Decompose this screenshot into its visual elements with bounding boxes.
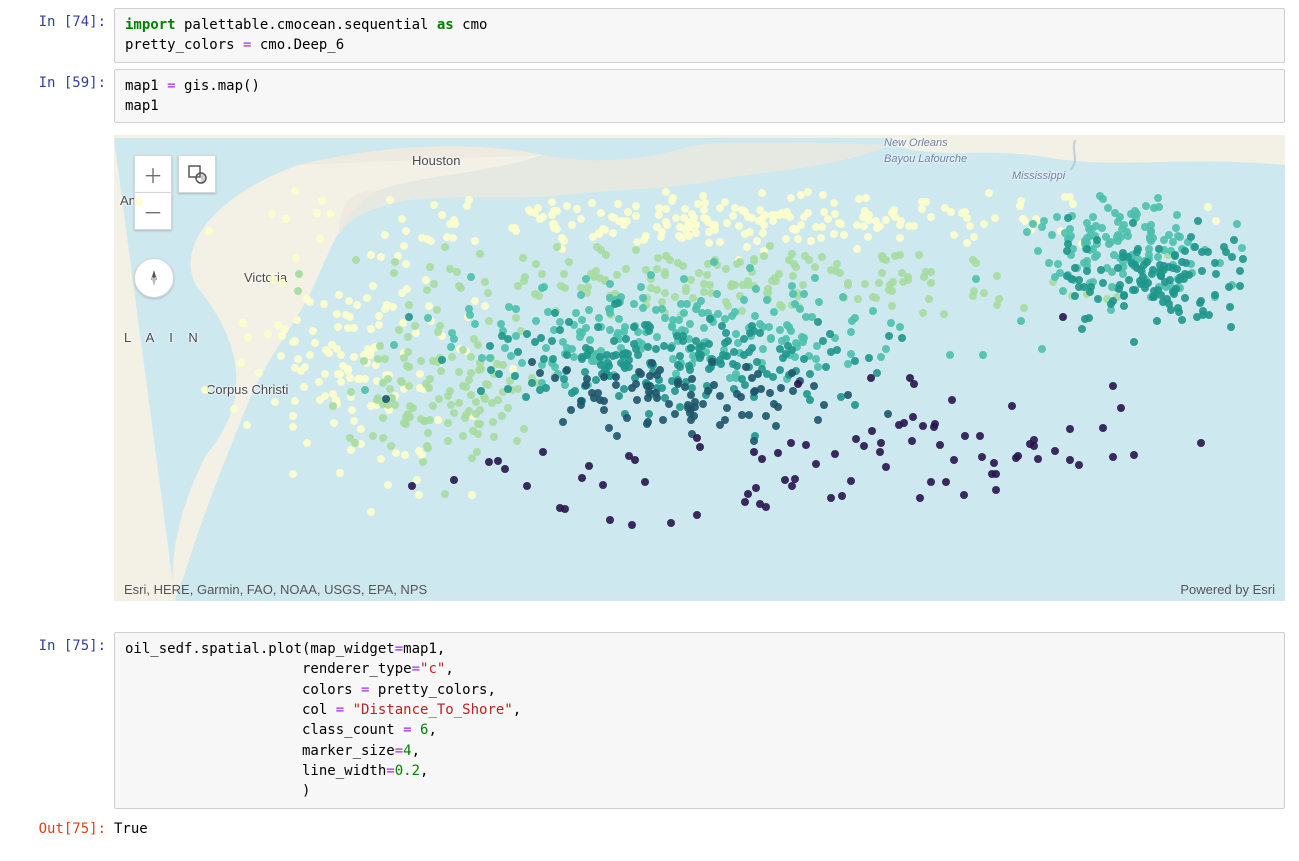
prompt-in-59: In [59]: — [14, 69, 114, 91]
code-cell-75: In [75]: oil_sedf.spatial.plot(map_widge… — [14, 632, 1285, 808]
output-value-75: True — [114, 815, 1285, 843]
output-cell-75: Out[75]: True — [14, 815, 1285, 843]
prompt-out-75: Out[75]: — [14, 815, 114, 837]
code-input-75[interactable]: oil_sedf.spatial.plot(map_widget=map1, r… — [114, 632, 1285, 808]
map-attribution-left: Esri, HERE, Garmin, FAO, NOAA, USGS, EPA… — [124, 582, 427, 597]
code-cell-74: In [74]: import palettable.cmocean.seque… — [14, 8, 1285, 63]
scatter-layer — [114, 135, 1285, 601]
code-input-59[interactable]: map1 = gis.map() map1 — [114, 69, 1285, 124]
map-widget[interactable]: Houston Victoria Corpus Christi Ant L A … — [114, 135, 1285, 601]
code-cell-59: In [59]: map1 = gis.map() map1 — [14, 69, 1285, 124]
prompt-in-75: In [75]: — [14, 632, 114, 654]
map-prompt-spacer — [14, 129, 114, 135]
code-input-74[interactable]: import palettable.cmocean.sequential as … — [114, 8, 1285, 63]
map-output-cell: Houston Victoria Corpus Christi Ant L A … — [14, 129, 1285, 601]
prompt-in-74: In [74]: — [14, 8, 114, 30]
map-attribution-right: Powered by Esri — [1180, 582, 1275, 597]
